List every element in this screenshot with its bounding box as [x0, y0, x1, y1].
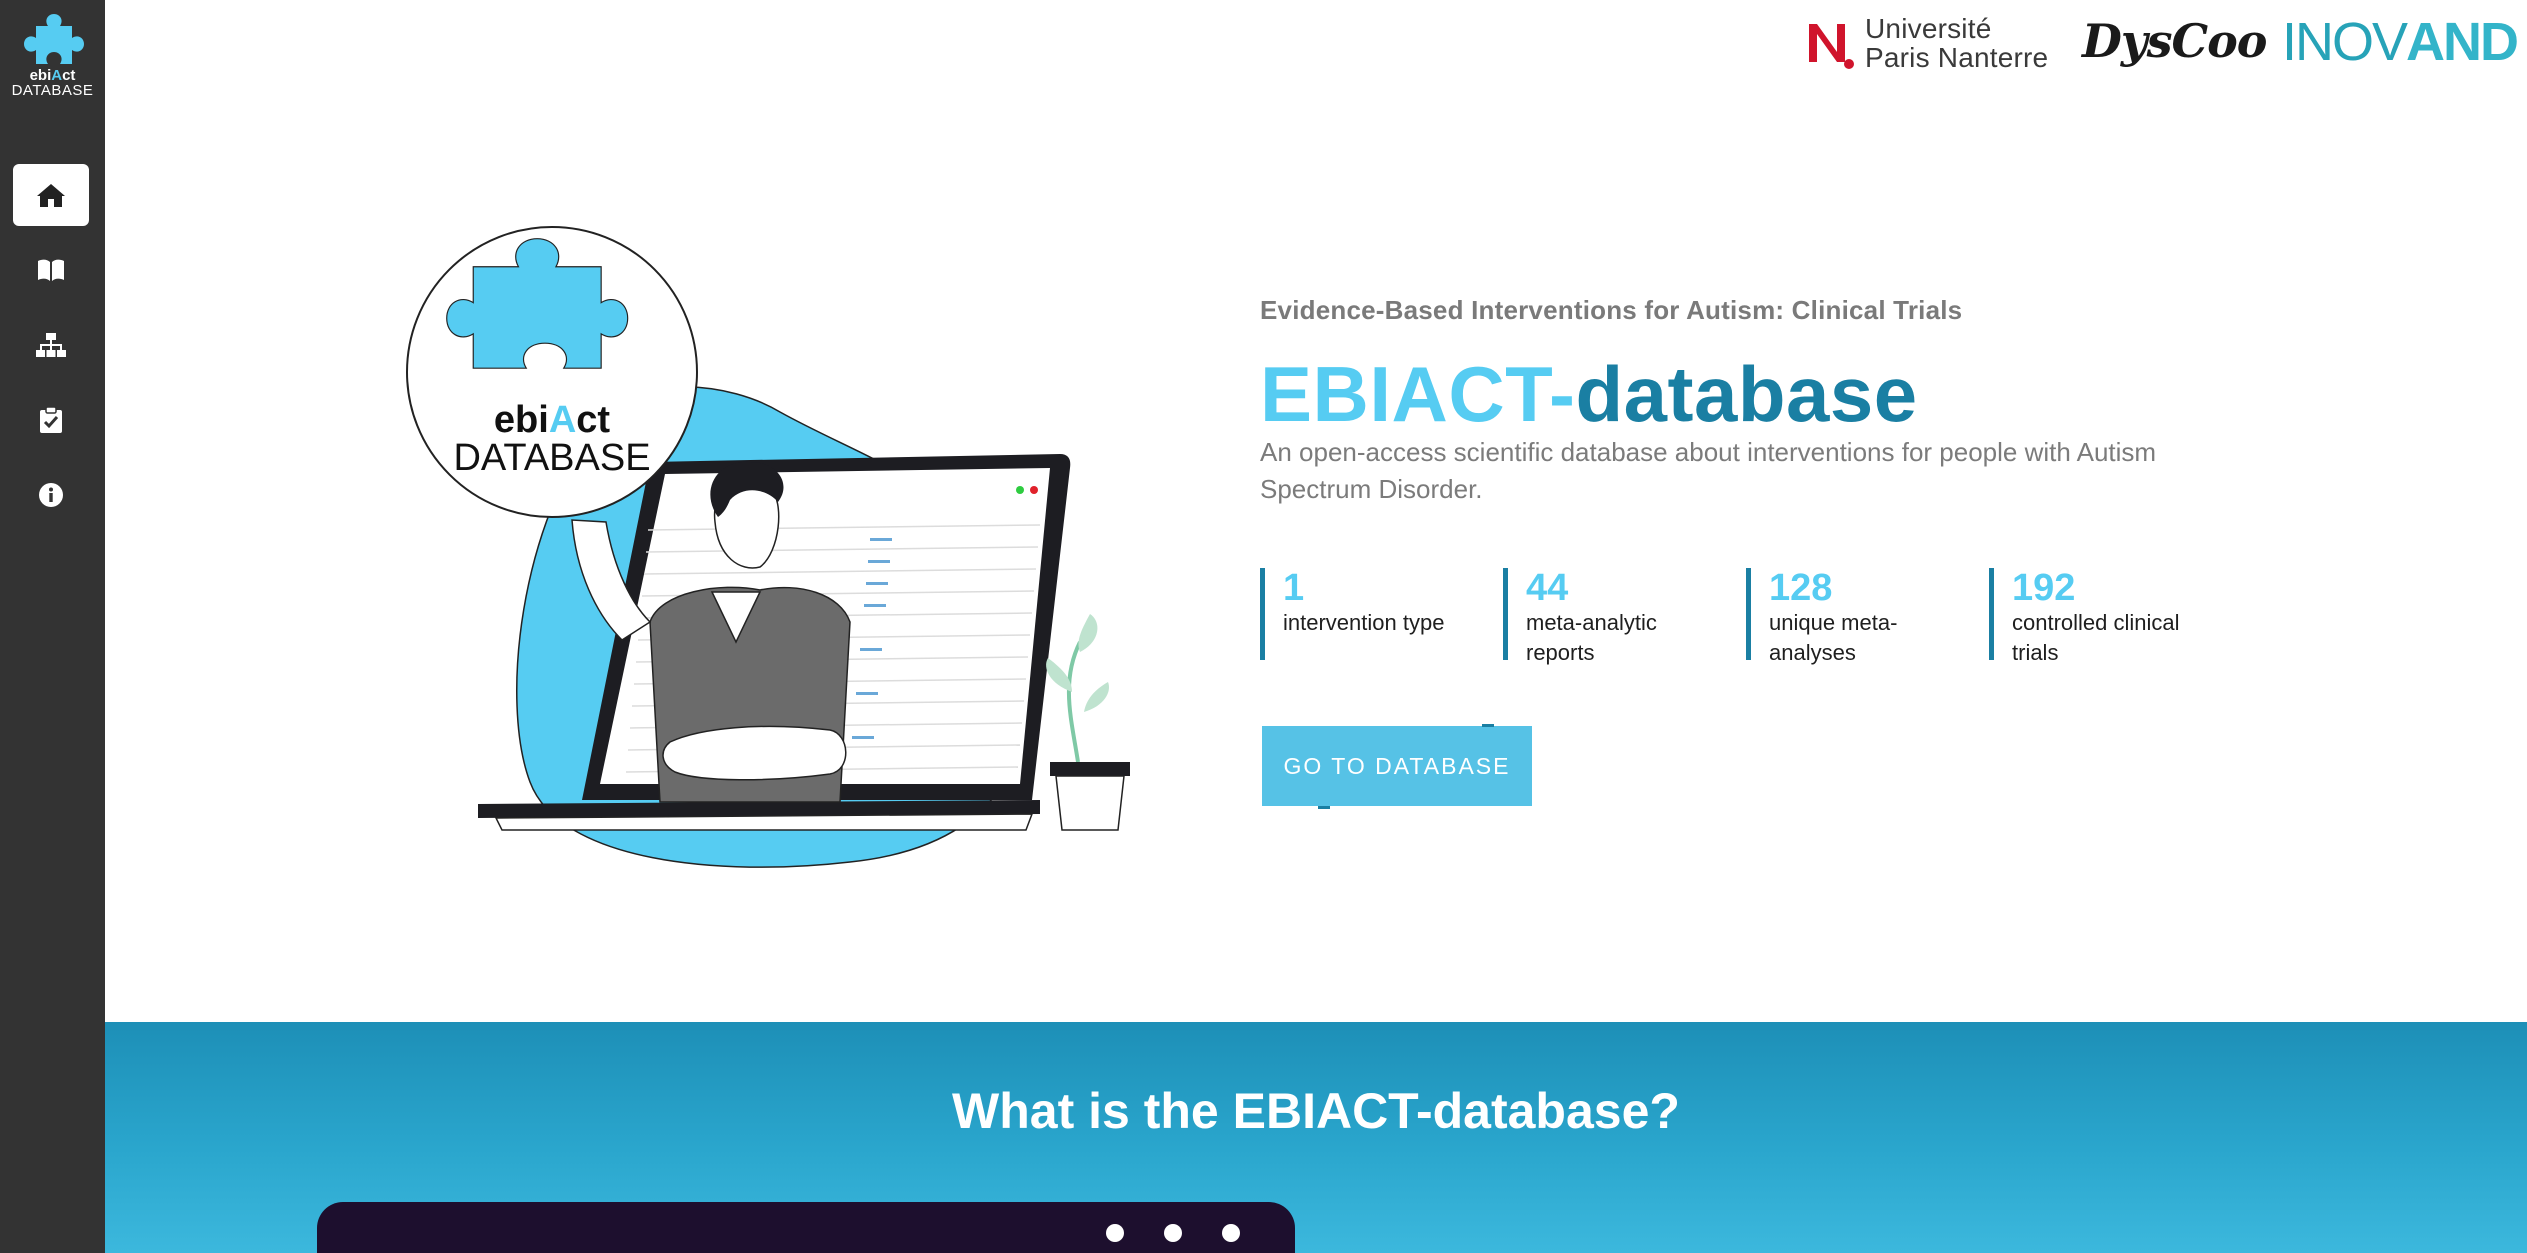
- video-card[interactable]: [317, 1202, 1295, 1253]
- stat-intervention-types: 1 intervention type: [1260, 568, 1503, 660]
- sidebar-item-structure[interactable]: [13, 314, 89, 376]
- sitemap-icon: [36, 333, 66, 357]
- stat-unique-meta-analyses: 128 unique meta-analyses: [1746, 567, 1989, 665]
- about-section: What is the EBIACT-database?: [105, 1022, 2527, 1253]
- universite-paris-nanterre-logo[interactable]: Université Paris Nanterre: [1807, 12, 2067, 72]
- stats-row: 1 intervention type 44 meta-analytic rep…: [1260, 567, 2232, 665]
- window-dots: [1106, 1224, 1240, 1242]
- home-icon: [37, 184, 65, 207]
- info-icon: [39, 483, 63, 507]
- sidebar-item-info[interactable]: [13, 464, 89, 526]
- partner-logos: Université Paris Nanterre DysCoo INOVAND: [1807, 8, 2527, 72]
- about-title: What is the EBIACT-database?: [952, 1083, 1680, 1139]
- puzzle-piece-icon: [23, 14, 84, 64]
- stat-label: controlled clinical trials: [2012, 610, 2180, 665]
- dyscoo-logo[interactable]: DysCoo: [2082, 14, 2267, 68]
- sidebar-nav: [0, 164, 105, 539]
- stat-number: 192: [2012, 567, 2076, 609]
- go-to-database-button[interactable]: GO TO DATABASE: [1262, 726, 1532, 806]
- illustration-logo-text-line2: DATABASE: [453, 437, 650, 479]
- sidebar-item-checklist[interactable]: [13, 389, 89, 451]
- stat-number: 44: [1526, 567, 1569, 609]
- sidebar-logo[interactable]: ebiAct DATABASE: [10, 12, 95, 107]
- sidebar-item-documentation[interactable]: [13, 239, 89, 301]
- upn-name: Université Paris Nanterre: [1865, 13, 2049, 73]
- paris-nanterre-mark-icon: [1809, 24, 1854, 69]
- inovand-logo[interactable]: INOVAND: [2282, 12, 2519, 72]
- button-decoration: [1482, 724, 1494, 727]
- sidebar-logo-line2: DATABASE: [11, 82, 94, 99]
- stat-number: 128: [1769, 567, 1833, 609]
- stat-number: 1: [1283, 567, 1305, 609]
- stat-label: intervention type: [1283, 610, 1445, 635]
- stat-label: unique meta-analyses: [1769, 610, 1898, 665]
- book-icon: [38, 259, 64, 281]
- sidebar-item-home[interactable]: [13, 164, 89, 226]
- sidebar: ebiAct DATABASE: [0, 0, 105, 1253]
- hero-subtitle: An open-access scientific database about…: [1260, 437, 2157, 504]
- hero-kicker: Evidence-Based Interventions for Autism:…: [1260, 295, 1963, 325]
- dot-icon: [1222, 1224, 1240, 1242]
- stat-meta-analytic-reports: 44 meta-analytic reports: [1503, 567, 1746, 665]
- hero-text: Evidence-Based Interventions for Autism:…: [1260, 295, 2240, 508]
- dot-icon: [1106, 1224, 1124, 1242]
- stat-label: meta-analytic reports: [1526, 610, 1657, 665]
- stat-controlled-clinical-trials: 192 controlled clinical trials: [1989, 567, 2232, 665]
- illustration-logo-text-line1: ebiAct: [494, 399, 610, 441]
- page-title: EBIACT-database: [1260, 350, 1918, 438]
- sidebar-logo-line1: ebiAct: [29, 67, 76, 84]
- button-decoration: [1318, 806, 1330, 809]
- hero-illustration: ebiAct DATABASE: [406, 226, 1130, 868]
- dot-icon: [1164, 1224, 1182, 1242]
- clipboard-check-icon: [40, 406, 62, 433]
